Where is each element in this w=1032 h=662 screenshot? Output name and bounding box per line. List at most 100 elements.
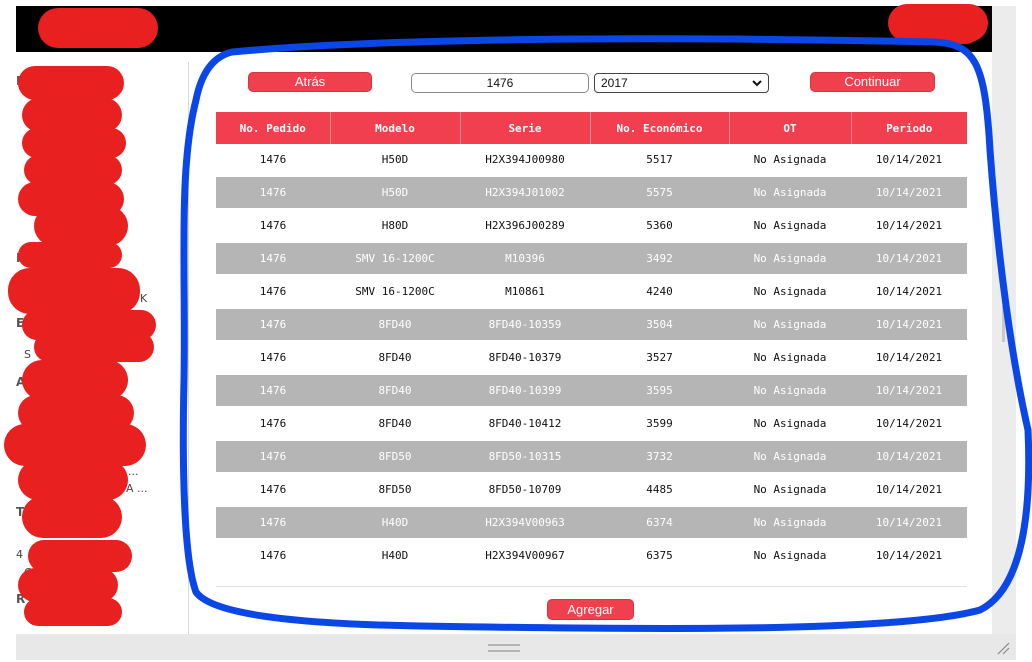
table-row[interactable]: 1476 8FD40 8FD40-10412 3599 No Asignada 10/14…: [216, 407, 967, 441]
cell-serie: 8FD40-10379: [460, 341, 590, 375]
cell-ot: No Asignada: [729, 176, 851, 210]
column-header[interactable]: Serie: [460, 112, 591, 144]
table-row[interactable]: 1476 8FD50 8FD50-10709 4485 No Asignada 10/14…: [216, 473, 967, 507]
top-bar: [16, 6, 992, 52]
cell-ot: No Asignada: [729, 440, 851, 474]
redaction-mark: [18, 460, 128, 500]
chevron-down-icon: [752, 75, 762, 94]
cell-economico: 5360: [590, 209, 729, 243]
cell-ot: No Asignada: [729, 242, 851, 276]
cell-periodo: 10/14/2021: [851, 308, 967, 342]
cell-pedido: 1476: [216, 144, 330, 177]
table-row[interactable]: 1476 SMV 16-1200C M10861 4240 No Asignada 10/…: [216, 275, 967, 309]
cell-ot: No Asignada: [729, 144, 851, 177]
table-row[interactable]: 1476 8FD40 8FD40-10359 3504 No Asignada 10/14…: [216, 308, 967, 342]
table-row[interactable]: 1476 H40D H2X394V00967 6375 No Asignada 10/14…: [216, 539, 967, 573]
sidebar-fragment: K: [140, 292, 148, 305]
redaction-mark: [22, 128, 126, 158]
sidebar-fragment: ...: [128, 465, 139, 478]
cell-periodo: 10/14/2021: [851, 242, 967, 276]
redaction-mark: [24, 155, 122, 185]
sidebar-fragment: 4: [16, 548, 23, 561]
redaction-mark: [34, 332, 154, 362]
column-header[interactable]: Modelo: [330, 112, 461, 144]
cell-ot: No Asignada: [729, 473, 851, 507]
cell-economico: 3527: [590, 341, 729, 375]
cell-modelo: H50D: [330, 144, 460, 177]
cell-ot: No Asignada: [729, 506, 851, 540]
column-header[interactable]: Periodo: [851, 112, 967, 144]
redaction-mark: [898, 10, 982, 44]
cell-periodo: 10/14/2021: [851, 539, 967, 573]
cell-periodo: 10/14/2021: [851, 440, 967, 474]
cell-pedido: 1476: [216, 275, 330, 309]
redaction-mark: [18, 66, 124, 100]
table-header-row: No. Pedido Modelo Serie No. Económico OT…: [216, 112, 967, 144]
cell-serie: H2X394V00963: [460, 506, 590, 540]
resize-corner-icon[interactable]: [996, 640, 1010, 655]
cell-modelo: H40D: [330, 539, 460, 573]
column-header[interactable]: OT: [729, 112, 852, 144]
redaction-mark: [18, 242, 122, 268]
vertical-scrollbar[interactable]: [992, 6, 1016, 634]
continue-button[interactable]: Continuar: [810, 72, 935, 92]
table-row[interactable]: 1476 H40D H2X394V00963 6374 No Asignada 10/14…: [216, 506, 967, 540]
cell-ot: No Asignada: [729, 539, 851, 573]
cell-modelo: H40D: [330, 506, 460, 540]
cell-periodo: 10/14/2021: [851, 506, 967, 540]
table-row[interactable]: 1476 H50D H2X394J00980 5517 No Asignada 10/14…: [216, 144, 967, 177]
cell-economico: 3504: [590, 308, 729, 342]
add-button[interactable]: Agregar: [547, 599, 634, 620]
cell-pedido: 1476: [216, 374, 330, 408]
cell-serie: M10396: [460, 242, 590, 276]
year-select[interactable]: 2017: [594, 73, 769, 93]
cell-modelo: 8FD40: [330, 407, 460, 441]
cell-serie: H2X396J00289: [460, 209, 590, 243]
cell-serie: 8FD50-10709: [460, 473, 590, 507]
column-header[interactable]: No. Económico: [590, 112, 730, 144]
cell-modelo: 8FD40: [330, 308, 460, 342]
cell-serie: H2X394J00980: [460, 144, 590, 177]
pedido-input[interactable]: 1476: [411, 73, 589, 93]
cell-pedido: 1476: [216, 440, 330, 474]
orders-table: No. Pedido Modelo Serie No. Económico OT…: [216, 112, 967, 573]
table-row[interactable]: 1476 H50D H2X394J01002 5575 No Asignada 10/14…: [216, 176, 967, 210]
cell-pedido: 1476: [216, 539, 330, 573]
table-row[interactable]: 1476 SMV 16-1200C M10396 3492 No Asignada 10/…: [216, 242, 967, 276]
redaction-mark: [22, 496, 122, 538]
cell-periodo: 10/14/2021: [851, 176, 967, 210]
cell-periodo: 10/14/2021: [851, 209, 967, 243]
cell-ot: No Asignada: [729, 374, 851, 408]
cell-pedido: 1476: [216, 341, 330, 375]
cell-serie: M10861: [460, 275, 590, 309]
redaction-mark: [24, 598, 122, 626]
scrollbar-thumb[interactable]: [1002, 306, 1005, 342]
cell-periodo: 10/14/2021: [851, 473, 967, 507]
cell-pedido: 1476: [216, 209, 330, 243]
cell-serie: H2X394V00967: [460, 539, 590, 573]
column-header[interactable]: No. Pedido: [216, 112, 331, 144]
cell-economico: 5517: [590, 144, 729, 177]
redaction-mark: [22, 98, 122, 132]
sidebar-fragment: S: [24, 348, 31, 361]
table-row[interactable]: 1476 H80D H2X396J00289 5360 No Asignada 10/14…: [216, 209, 967, 243]
cell-pedido: 1476: [216, 176, 330, 210]
redaction-mark: [34, 206, 128, 246]
grip-icon[interactable]: [488, 644, 520, 652]
table-row[interactable]: 1476 8FD40 8FD40-10399 3595 No Asignada 10/14…: [216, 374, 967, 408]
cell-pedido: 1476: [216, 506, 330, 540]
cell-economico: 3599: [590, 407, 729, 441]
cell-serie: 8FD40-10359: [460, 308, 590, 342]
cell-ot: No Asignada: [729, 209, 851, 243]
cell-economico: 3492: [590, 242, 729, 276]
table-row[interactable]: 1476 8FD50 8FD50-10315 3732 No Asignada 10/14…: [216, 440, 967, 474]
cell-economico: 4485: [590, 473, 729, 507]
cell-serie: 8FD50-10315: [460, 440, 590, 474]
cell-ot: No Asignada: [729, 308, 851, 342]
cell-periodo: 10/14/2021: [851, 341, 967, 375]
cell-ot: No Asignada: [729, 275, 851, 309]
table-row[interactable]: 1476 8FD40 8FD40-10379 3527 No Asignada 10/14…: [216, 341, 967, 375]
cell-periodo: 10/14/2021: [851, 144, 967, 177]
back-button[interactable]: Atrás: [248, 72, 372, 92]
cell-periodo: 10/14/2021: [851, 374, 967, 408]
